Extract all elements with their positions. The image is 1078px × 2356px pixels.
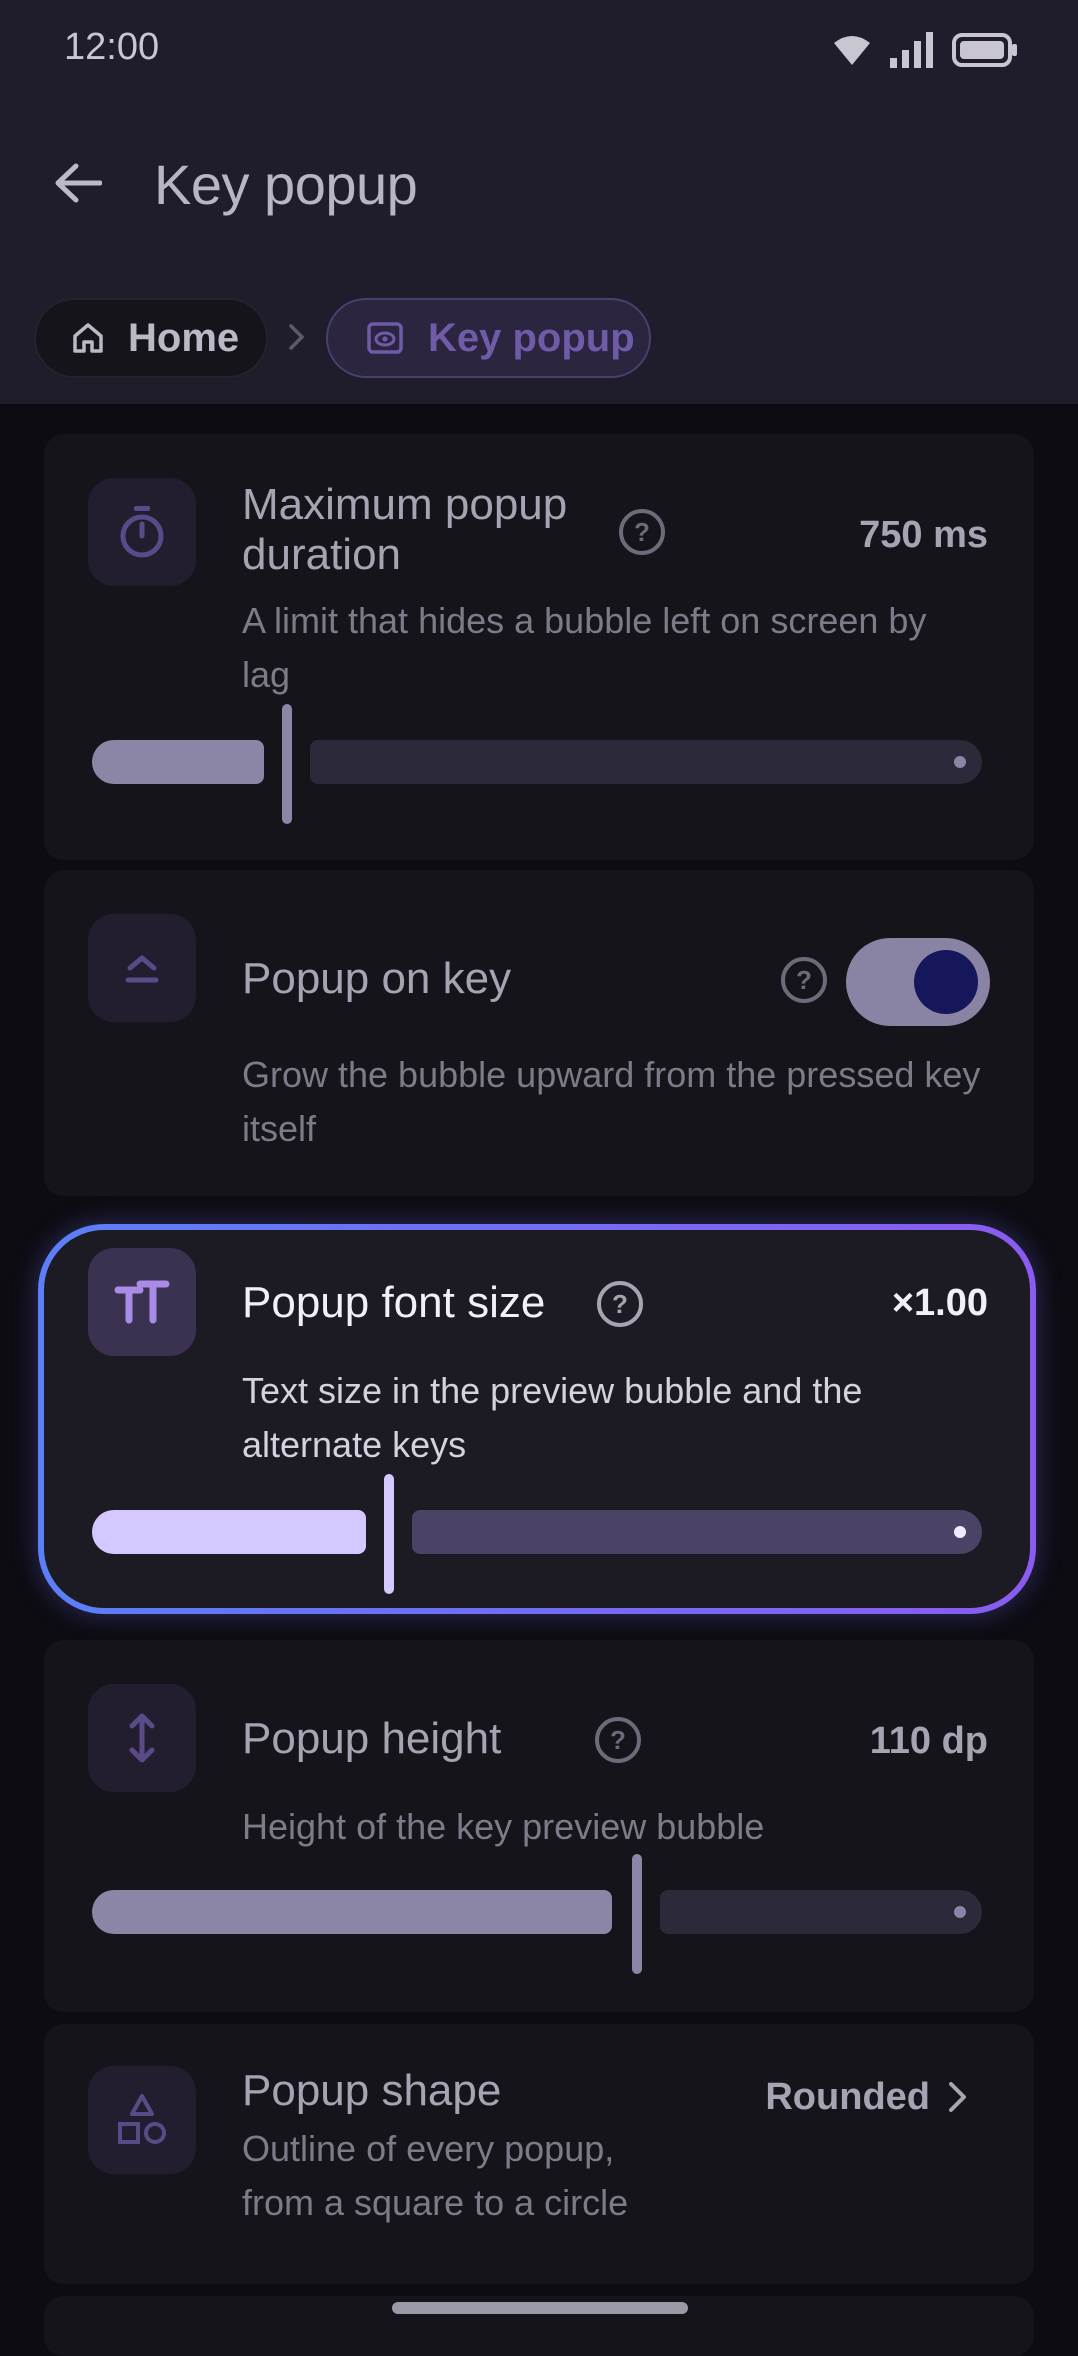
text-size-icon-box [88, 1248, 196, 1356]
popup-up-icon-box [88, 914, 196, 1022]
height-slider[interactable] [92, 1854, 982, 1974]
breadcrumb-home-label: Home [128, 315, 240, 360]
help-icon[interactable]: ? [594, 1716, 642, 1764]
slider-active-track [92, 740, 264, 784]
setting-description-line2: from a square to a circle [242, 2182, 629, 2223]
setting-title: Popup font size [242, 1278, 546, 1327]
slider-inactive-track [660, 1890, 982, 1934]
battery-icon [952, 33, 1017, 67]
slider-handle[interactable] [282, 704, 292, 824]
help-icon[interactable]: ? [596, 1280, 644, 1328]
slider-handle[interactable] [632, 1854, 642, 1974]
slider-handle[interactable] [384, 1474, 394, 1594]
home-indicator[interactable] [392, 2302, 688, 2314]
setting-description: Outline of every popup, from a square to… [242, 2122, 982, 2230]
app-bar: 12:00 Key popup Home Key popup [0, 0, 1078, 404]
arrow-back-icon [55, 163, 102, 203]
setting-title: Maximum popup duration [242, 480, 567, 580]
setting-description: Height of the key preview bubble [242, 1806, 765, 1847]
setting-popup-on-key: Popup on key ? Grow the bubble upward fr… [44, 870, 1034, 1196]
setting-popup-height: Popup height ? 110 dp Height of the key … [44, 1640, 1034, 2012]
setting-value: 750 ms [859, 514, 988, 556]
slider-inactive-track [310, 740, 982, 784]
breadcrumb-home[interactable]: Home [34, 298, 268, 378]
chevron-right-icon [949, 2082, 966, 2112]
wifi-icon [834, 36, 870, 65]
setting-description: A limit that hides a bubble left on scre… [242, 600, 927, 695]
status-icons [832, 28, 1018, 72]
shapes-icon-box [88, 2066, 196, 2174]
slider-active-track [92, 1890, 612, 1934]
setting-description: Text size in the preview bubble and the … [242, 1370, 863, 1465]
popup-up-icon [125, 955, 159, 983]
setting-title: Popup on key [242, 954, 512, 1003]
font-size-slider[interactable] [92, 1474, 982, 1594]
page-title: Key popup [154, 153, 418, 216]
setting-value: ×1.00 [891, 1282, 988, 1324]
slider-active-track [92, 1510, 366, 1554]
help-icon[interactable]: ? [780, 956, 828, 1004]
slider-stop-indicator [954, 1906, 966, 1918]
vertical-resize-icon [129, 1713, 155, 1763]
home-icon [73, 323, 103, 353]
setting-popup-font-size: Popup font size ? ×1.00 Text size in the… [44, 1230, 1034, 1608]
duration-slider[interactable] [92, 704, 982, 824]
preview-icon [367, 322, 403, 354]
slider-stop-indicator [954, 1526, 966, 1538]
vertical-resize-icon-box [88, 1684, 196, 1792]
svg-text:?: ? [634, 517, 650, 547]
setting-value: 110 dp [869, 1720, 988, 1762]
cell-signal-icon [890, 32, 933, 68]
setting-max-popup-duration: Maximum popup duration ? 750 ms A limit … [44, 434, 1034, 860]
toggle-knob [914, 950, 978, 1014]
setting-title-line2: duration [242, 530, 402, 579]
svg-text:?: ? [796, 965, 812, 995]
back-button[interactable] [40, 145, 116, 221]
svg-text:?: ? [610, 1725, 626, 1755]
setting-title-line1: Maximum popup [242, 480, 568, 529]
timer-icon-box [88, 478, 196, 586]
text-size-icon [114, 1280, 170, 1324]
setting-title: Popup height [242, 1714, 502, 1763]
slider-inactive-track [412, 1510, 982, 1554]
help-icon[interactable]: ? [618, 508, 666, 556]
slider-stop-indicator [954, 756, 966, 768]
svg-text:?: ? [612, 1289, 628, 1319]
breadcrumb-current-label: Key popup [428, 315, 635, 360]
status-time: 12:00 [64, 26, 160, 68]
breadcrumb-current[interactable]: Key popup [326, 298, 651, 378]
shapes-icon [118, 2094, 166, 2144]
setting-value: Rounded [765, 2076, 930, 2118]
chevron-right-icon [289, 324, 305, 350]
setting-title: Popup shape [242, 2066, 502, 2115]
popup-on-key-toggle[interactable] [846, 938, 990, 1026]
setting-popup-shape[interactable]: Popup shape Outline of every popup, from… [44, 2024, 1034, 2284]
setting-description-line1: Outline of every popup, [242, 2128, 615, 2169]
setting-description: Grow the bubble upward from the pressed … [242, 1054, 981, 1149]
timer-icon [120, 506, 164, 558]
